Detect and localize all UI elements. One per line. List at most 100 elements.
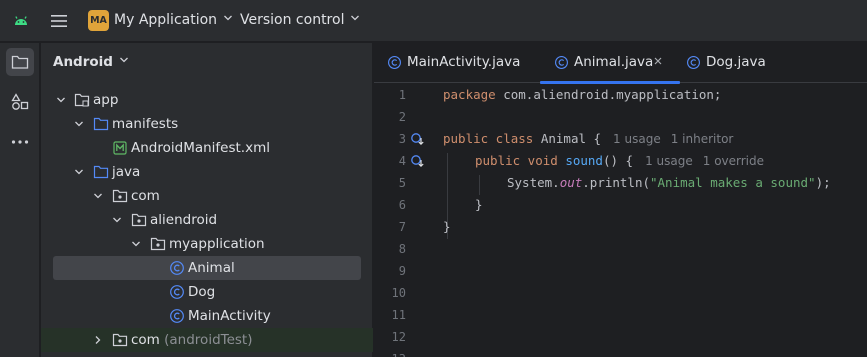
usage-hint[interactable]: 1 usage: [613, 132, 661, 146]
line-number: 5: [398, 176, 406, 190]
chevron-down-icon[interactable]: [93, 191, 103, 201]
tree-item-com[interactable]: com: [53, 184, 361, 208]
line-number: 3: [398, 132, 406, 146]
class-icon: [555, 56, 568, 69]
class-icon: [170, 309, 184, 323]
class-icon: [687, 56, 700, 69]
folder-icon: [93, 165, 109, 179]
indent-guide: [479, 175, 480, 195]
tree-item-aliendroid[interactable]: aliendroid: [53, 208, 361, 232]
editor-tabs: MainActivity.java Animal.java Dog.java: [374, 43, 867, 84]
code-text: System.: [507, 175, 560, 190]
line-gutter: 1 2 3 4 5 6 7 8 9 10 11 12 13: [374, 84, 432, 357]
tree-label: com (androidTest): [131, 331, 253, 349]
project-name: My Application: [114, 12, 218, 28]
code-keyword: public class: [443, 131, 534, 146]
project-panel: Android app manifests AndroidManifest.xm…: [41, 43, 373, 357]
tree-label: Dog: [188, 284, 216, 300]
tab-animal[interactable]: Animal.java: [540, 43, 680, 84]
tree-item-mainactivity[interactable]: MainActivity: [53, 304, 361, 328]
resource-manager-button[interactable]: [6, 88, 34, 116]
class-icon: [388, 56, 401, 69]
chevron-down-icon[interactable]: [74, 167, 84, 177]
chevron-down-icon[interactable]: [56, 95, 66, 105]
chevron-down-icon: [351, 15, 360, 21]
project-selector[interactable]: My Application: [114, 12, 233, 28]
chevron-down-icon[interactable]: [112, 215, 122, 225]
chevron-down-icon: [224, 15, 233, 21]
tree-item-dog[interactable]: Dog: [53, 280, 361, 304]
tree-item-myapplication[interactable]: myapplication: [53, 232, 361, 256]
line-number: 1: [398, 88, 406, 102]
line-number: 10: [391, 286, 406, 300]
class-icon: [170, 261, 184, 275]
code-text: );: [815, 175, 831, 190]
code-function: sound: [565, 153, 603, 168]
project-tool-button[interactable]: [6, 48, 34, 76]
code-line: public void sound() {1 usage 1 override: [475, 150, 764, 172]
tab-label: Animal.java: [574, 54, 654, 70]
title-bar: MA My Application Version control: [0, 0, 867, 42]
code-field: out: [559, 175, 583, 190]
tree-item-com-android-test[interactable]: com (androidTest): [41, 328, 373, 352]
main-menu-icon[interactable]: [50, 13, 68, 29]
tree-label: Animal: [188, 260, 235, 276]
line-number: 4: [398, 154, 406, 168]
tree-item-android-manifest[interactable]: AndroidManifest.xml: [53, 136, 361, 160]
code-line: System.out.println("Animal makes a sound…: [507, 172, 831, 194]
package-icon: [150, 237, 166, 251]
tab-label: MainActivity.java: [407, 54, 521, 70]
inheritor-hint[interactable]: 1 inheritor: [671, 132, 734, 146]
project-badge[interactable]: MA: [88, 10, 109, 31]
code-keyword: package: [443, 87, 496, 102]
line-number: 7: [398, 220, 406, 234]
tree-label: java: [112, 164, 141, 180]
code-editor[interactable]: package com.aliendroid.myapplication; pu…: [443, 84, 867, 357]
code-string: "Animal makes a sound": [650, 175, 816, 190]
close-icon[interactable]: [653, 56, 663, 66]
line-number: 2: [398, 110, 406, 124]
tree-label: MainActivity: [188, 308, 271, 324]
project-view-label: Android: [53, 54, 113, 70]
shapes-icon: [11, 93, 29, 110]
tree-label-text: com: [131, 332, 160, 348]
chevron-down-icon[interactable]: [131, 239, 141, 249]
package-icon: [112, 333, 128, 347]
tree-item-java[interactable]: java: [53, 160, 361, 184]
android-icon[interactable]: [12, 12, 30, 30]
chevron-down-icon[interactable]: [74, 119, 84, 129]
version-control-label: Version control: [240, 12, 345, 28]
tree-item-app[interactable]: app: [53, 88, 361, 112]
folder-icon: [93, 117, 109, 131]
more-icon: [11, 140, 29, 144]
tree-label-suffix: (androidTest): [164, 332, 253, 348]
code-text: com.aliendroid.myapplication;: [495, 87, 722, 102]
more-tools-button[interactable]: [6, 128, 34, 156]
code-line: }: [443, 216, 451, 238]
tree-item-animal[interactable]: Animal: [53, 256, 361, 280]
code-text: .println(: [582, 175, 650, 190]
overridden-gutter-icon[interactable]: [410, 154, 426, 168]
implemented-gutter-icon[interactable]: [410, 132, 426, 146]
line-number: 13: [374, 348, 406, 357]
project-view-selector[interactable]: Android: [53, 54, 129, 70]
tool-window-bar: [0, 43, 40, 357]
manifest-file-icon: [113, 141, 127, 155]
tree-label: com: [131, 188, 160, 204]
code-keyword: public void: [475, 153, 558, 168]
override-hint[interactable]: 1 override: [703, 154, 764, 168]
line-number: 12: [391, 330, 406, 344]
tree-label: myapplication: [169, 236, 265, 252]
usage-hint[interactable]: 1 usage: [645, 154, 693, 168]
tree-label: manifests: [112, 116, 179, 132]
chevron-right-icon[interactable]: [93, 335, 103, 345]
tree-item-manifests[interactable]: manifests: [53, 112, 361, 136]
package-icon: [112, 189, 128, 203]
line-number: 6: [398, 198, 406, 212]
line-number: 11: [391, 308, 406, 322]
code-text: }: [475, 197, 483, 212]
folder-icon: [11, 55, 29, 69]
version-control-menu[interactable]: Version control: [240, 12, 360, 28]
tree-label: AndroidManifest.xml: [131, 140, 270, 156]
chevron-down-icon: [119, 57, 128, 63]
